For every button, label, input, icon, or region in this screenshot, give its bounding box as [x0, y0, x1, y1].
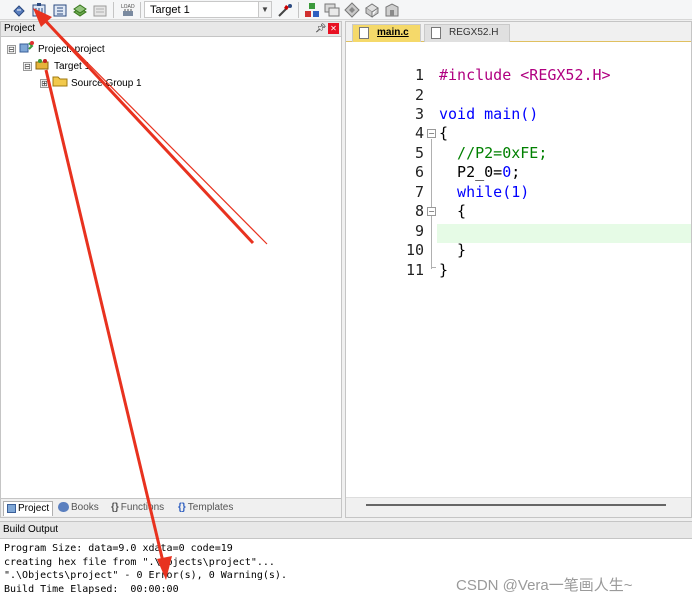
tab-label: main.c	[377, 27, 409, 38]
project-panel-title: Project	[4, 23, 36, 34]
functions-icon: {}	[111, 502, 119, 513]
project-panel: Project 📌︎ ✕ ⊟ Project: project ⊟ Target 1…	[0, 21, 342, 518]
code-line: #include <REGX52.H>	[439, 66, 611, 84]
watermark: CSDN @Vera一笔画人生~	[456, 577, 633, 594]
folder-icon	[52, 75, 68, 92]
build-icon[interactable]	[31, 2, 47, 18]
fold-toggle-icon[interactable]: −	[427, 207, 436, 216]
code-line: //P2=0xFE;	[439, 144, 548, 162]
tab-label: Functions	[120, 502, 165, 513]
tree-item-project[interactable]: ⊟ Project: project	[7, 41, 105, 57]
tab-regx52-h[interactable]: REGX52.H	[424, 24, 510, 42]
build-output-title: Build Output	[3, 524, 59, 535]
code-area[interactable]: 1 2 3 4 5 6 7 8 9 10 11 − − #include <RE…	[346, 43, 691, 495]
output-line: ".\Objects\project" - 0 Error(s), 0 Warn…	[4, 570, 287, 581]
tab-templates[interactable]: {} Templates	[178, 501, 233, 516]
debug-icon[interactable]	[384, 2, 400, 18]
output-line: Program Size: data=9.0 xdata=0 code=19	[4, 543, 233, 554]
code-line-text: void main()	[439, 105, 539, 123]
chevron-down-icon[interactable]: ▼	[258, 2, 271, 17]
code-line: {	[439, 202, 467, 220]
templates-icon: {}	[178, 502, 186, 513]
tree-item-label: Project: project	[38, 44, 105, 56]
line-number: 7	[414, 183, 424, 201]
collapse-icon[interactable]: ⊟	[7, 45, 16, 54]
line-number: 1	[414, 66, 424, 84]
collapse-icon[interactable]: ⊟	[23, 62, 32, 71]
code-line: P2_0=0;	[439, 163, 521, 181]
target-select[interactable]: Target 1 ▼	[144, 1, 272, 18]
code-line: }	[439, 261, 449, 279]
tab-project[interactable]: Project	[3, 501, 54, 516]
target-select-value: Target 1	[150, 4, 190, 16]
tree-item-target[interactable]: ⊟ Target 1	[23, 58, 90, 74]
build-output-header: Build Output	[0, 522, 692, 539]
tree-item-label: Target 1	[54, 61, 91, 73]
fold-toggle-icon[interactable]: −	[427, 129, 436, 138]
tab-books[interactable]: Books	[58, 501, 99, 516]
tab-label: Project	[18, 503, 50, 514]
tab-main-c[interactable]: main.c	[352, 24, 421, 42]
line-number: 8	[414, 202, 424, 220]
line-number: 2	[414, 86, 424, 104]
stop-build-icon[interactable]	[92, 2, 108, 18]
pin-icon[interactable]: 📌︎	[315, 23, 326, 34]
horizontal-scrollbar[interactable]	[346, 497, 691, 517]
select-packs-icon[interactable]	[344, 2, 360, 18]
output-line: Build Time Elapsed: 00:00:00	[4, 584, 179, 595]
target-icon	[35, 58, 51, 75]
line-number: 10	[405, 241, 424, 259]
current-line-highlight	[437, 224, 691, 243]
manage-components-icon[interactable]	[304, 2, 320, 18]
tab-functions[interactable]: {} Functions	[111, 501, 164, 516]
close-icon[interactable]: ✕	[328, 23, 339, 34]
line-number: 4	[414, 124, 424, 142]
pack-installer-icon[interactable]	[364, 2, 380, 18]
tab-label: REGX52.H	[449, 27, 499, 38]
line-number: 9	[414, 222, 424, 240]
project-icon	[19, 41, 35, 58]
books-icon	[58, 502, 69, 513]
code-line: void main()	[439, 105, 538, 123]
code-editor[interactable]: main.c REGX52.H 1 2 3 4 5 6 7 8 9 10 11 …	[345, 21, 692, 518]
batch-build-icon[interactable]	[72, 2, 88, 18]
code-line: }	[439, 241, 467, 259]
download-icon[interactable]: LOAD	[120, 2, 136, 18]
project-panel-header: Project 📌︎ ✕	[1, 22, 341, 37]
tab-label: Templates	[187, 502, 234, 513]
target-options-icon[interactable]	[277, 2, 293, 18]
file-icon	[431, 27, 441, 39]
line-number: 3	[414, 105, 424, 123]
line-number: 11	[405, 261, 424, 279]
expand-icon[interactable]: ⊞	[40, 79, 49, 88]
editor-tabs: main.c REGX52.H	[346, 22, 691, 42]
scrollbar-thumb[interactable]	[366, 504, 666, 506]
file-extensions-icon[interactable]	[324, 2, 340, 18]
panel-tabs: Project Books {} Functions {} Templates	[1, 498, 341, 517]
code-line: {	[439, 124, 449, 142]
code-line: while(1)	[439, 183, 530, 201]
output-line: creating hex file from ".\Objects\projec…	[4, 557, 275, 568]
tree-item-source-group[interactable]: ⊞ Source Group 1	[40, 75, 142, 91]
toolbar: LOAD Target 1 ▼	[0, 0, 692, 20]
tab-label: Books	[71, 502, 99, 513]
line-number: 5	[414, 144, 424, 162]
file-icon	[359, 27, 369, 39]
line-number: 6	[414, 163, 424, 181]
project-tab-icon	[7, 503, 16, 513]
tree-item-label: Source Group 1	[71, 78, 142, 90]
translate-icon[interactable]	[11, 2, 27, 18]
rebuild-icon[interactable]	[52, 2, 68, 18]
